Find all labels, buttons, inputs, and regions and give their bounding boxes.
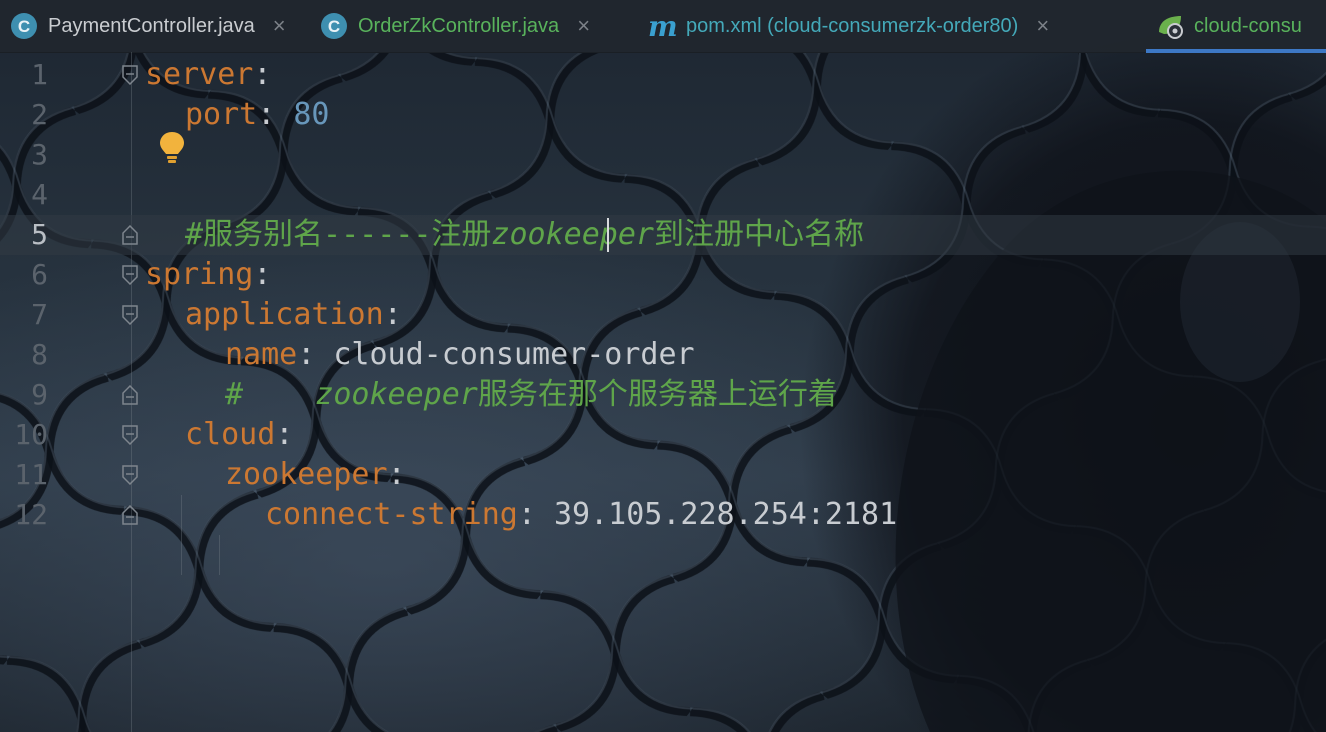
tab-order-zk-controller[interactable]: C OrderZkController.java ×: [310, 0, 638, 52]
code-line[interactable]: 6 spring:: [0, 255, 1326, 295]
svg-text:C: C: [18, 17, 30, 36]
tab-payment-controller[interactable]: C PaymentController.java ×: [0, 0, 310, 52]
code-line[interactable]: 12 connect-string: 39.105.228.254:2181: [0, 495, 1326, 535]
line-number: 2: [31, 98, 48, 131]
fold-collapse-icon[interactable]: [122, 305, 138, 325]
yaml-value: cloud-consumer-order: [333, 337, 695, 372]
yaml-key: connect-string: [265, 497, 518, 532]
text-caret: [607, 218, 609, 252]
close-icon[interactable]: ×: [577, 15, 590, 37]
line-number: 10: [14, 418, 48, 451]
fold-collapse-icon[interactable]: [122, 65, 138, 85]
fold-end-icon[interactable]: [122, 385, 138, 405]
yaml-comment: # zookeeper服务在那个服务器上运行着: [225, 377, 838, 412]
yaml-key: server: [145, 57, 254, 92]
java-class-icon: C: [11, 13, 37, 39]
fold-collapse-icon[interactable]: [122, 465, 138, 485]
code-line[interactable]: 8 name: cloud-consumer-order: [0, 335, 1326, 375]
spring-config-icon: [1159, 16, 1183, 39]
maven-icon: m: [648, 9, 678, 43]
yaml-key: port: [185, 97, 258, 132]
code-editor[interactable]: 1 server: 2 port: 80 3 4 5 #服务别名------注册…: [0, 52, 1326, 732]
tab-label: OrderZkController.java: [358, 14, 560, 37]
line-number: 11: [14, 458, 48, 491]
line-number: 6: [31, 258, 48, 291]
code-line[interactable]: 11 zookeeper:: [0, 455, 1326, 495]
line-number: 5: [31, 218, 48, 251]
yaml-key: zookeeper: [225, 457, 388, 492]
line-number: 4: [31, 178, 48, 211]
ide-window: C PaymentController.java × C OrderZkCont…: [0, 0, 1326, 732]
tab-label: pom.xml (cloud-consumerzk-order80): [686, 14, 1019, 37]
line-number: 8: [31, 338, 48, 371]
tab-label: cloud-consu: [1194, 14, 1302, 37]
line-number: 1: [31, 58, 48, 91]
yaml-comment: #服务别名------注册zookeeper到注册中心名称: [185, 217, 864, 252]
editor-tab-bar: C PaymentController.java × C OrderZkCont…: [0, 0, 1326, 53]
yaml-key: cloud: [185, 417, 276, 452]
indent-guide: [219, 535, 220, 575]
line-number: 7: [31, 298, 48, 331]
fold-collapse-icon[interactable]: [122, 265, 138, 285]
yaml-value: 39.105.228.254:2181: [554, 497, 898, 532]
indent-guide: [181, 495, 182, 575]
fold-collapse-icon[interactable]: [122, 425, 138, 445]
fold-end-icon[interactable]: [122, 225, 138, 245]
line-number: 3: [31, 138, 48, 171]
code-line[interactable]: 1 server:: [0, 55, 1326, 95]
code-line[interactable]: 2 port: 80: [0, 95, 1326, 135]
tab-label: PaymentController.java: [48, 14, 255, 37]
yaml-key: spring: [145, 257, 254, 292]
code-line[interactable]: 10 cloud:: [0, 415, 1326, 455]
yaml-key: application: [185, 297, 384, 332]
line-number: 12: [14, 498, 48, 531]
close-icon[interactable]: ×: [1036, 15, 1049, 37]
code-line[interactable]: 3: [0, 135, 1326, 175]
yaml-value: 80: [293, 97, 330, 132]
tab-cloud-consumer-yml[interactable]: cloud-consu: [1146, 0, 1326, 53]
fold-end-icon[interactable]: [122, 505, 138, 525]
code-line[interactable]: 9 # zookeeper服务在那个服务器上运行着: [0, 375, 1326, 415]
close-icon[interactable]: ×: [273, 15, 286, 37]
tab-pom-xml[interactable]: m pom.xml (cloud-consumerzk-order80) ×: [638, 0, 1146, 52]
lightbulb-icon[interactable]: [158, 130, 186, 166]
line-number: 9: [31, 378, 48, 411]
yaml-key: name: [225, 337, 298, 372]
code-line[interactable]: 4: [0, 175, 1326, 215]
code-line-current[interactable]: 5 #服务别名------注册zookeeper到注册中心名称: [0, 215, 1326, 255]
code-line[interactable]: 7 application:: [0, 295, 1326, 335]
svg-text:C: C: [328, 17, 340, 36]
java-class-icon: C: [321, 13, 347, 39]
